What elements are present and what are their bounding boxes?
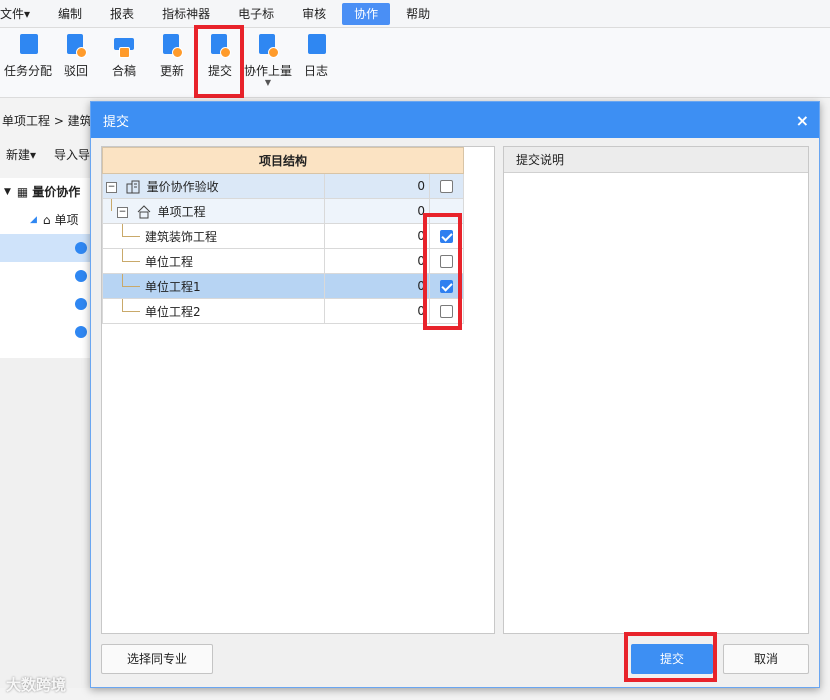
tree-connector <box>122 249 140 262</box>
unit-icon <box>75 242 87 254</box>
breadcrumb: 单项工程 > 建筑 <box>2 114 92 128</box>
row-checkbox-cell <box>428 173 465 199</box>
highlight-submit-toolbar <box>194 25 244 98</box>
background-panel <box>0 358 95 688</box>
row-name-cell: 单位工程2 <box>102 298 325 324</box>
reject-label: 驳回 <box>63 64 88 78</box>
update-label: 更新 <box>159 64 184 78</box>
submit-notes-title: 提交说明 <box>504 147 808 173</box>
row-value: 0 <box>324 273 430 299</box>
close-icon[interactable]: × <box>796 111 809 130</box>
dialog-title: 提交 <box>103 114 130 130</box>
collapse-icon[interactable]: − <box>106 181 117 193</box>
table-header: 项目结构 <box>101 147 465 174</box>
row-value: 0 <box>324 173 430 199</box>
new-button[interactable]: 新建▾ <box>6 146 36 163</box>
row-name-cell: 单位工程1 <box>102 273 325 299</box>
table-row-selected[interactable]: 单位工程1 0 <box>102 273 465 299</box>
menu-bar: 文件▾ 编制 报表 指标神器 电子标 审核 协作 帮助 <box>0 0 830 28</box>
reject-button[interactable]: 驳回 <box>52 28 100 92</box>
home-icon: ⌂ <box>42 213 51 227</box>
unit-icon <box>75 298 87 310</box>
dropdown-arrow-icon[interactable]: ▼ <box>265 79 271 87</box>
collab-upload-icon <box>257 34 279 58</box>
table-row[interactable]: 单位工程 0 <box>102 248 465 274</box>
ribbon-toolbar: 任务分配 驳回 合稿 更新 提交 协作上量 ▼ 日志 <box>0 28 830 98</box>
building-icon: ▦ <box>16 185 29 199</box>
tree-connector <box>111 199 112 211</box>
update-icon <box>161 34 183 58</box>
reject-icon <box>65 34 87 58</box>
table-row[interactable]: 单位工程2 0 <box>102 298 465 324</box>
menu-collaborate[interactable]: 协作 <box>342 2 391 25</box>
tree-item-label: 单项 <box>54 213 79 227</box>
menu-report[interactable]: 报表 <box>98 3 146 25</box>
submit-notes-panel[interactable]: 提交说明 <box>503 146 809 634</box>
merge-icon <box>113 34 135 58</box>
log-button[interactable]: 日志 <box>292 28 340 92</box>
collapse-icon[interactable]: − <box>117 206 128 218</box>
menu-file[interactable]: 文件▾ <box>0 3 42 25</box>
tree-item[interactable] <box>0 318 95 346</box>
background-actions: 新建▾ 导入导 <box>0 140 95 168</box>
select-same-discipline-button[interactable]: 选择同专业 <box>101 644 213 674</box>
row-checkbox[interactable] <box>440 180 454 193</box>
row-name-cell: − 量价协作验收 <box>102 173 325 199</box>
row-name-cell: 建筑装饰工程 <box>102 223 325 249</box>
tree-item[interactable] <box>0 234 95 262</box>
tree-item[interactable]: ▼ ▦ 量价协作 <box>0 178 95 206</box>
tree-connector <box>122 224 140 237</box>
row-name: 单位工程 <box>145 254 194 269</box>
menu-review[interactable]: 审核 <box>290 3 338 25</box>
project-structure-table: 项目结构 − 量价协作验收 0 − 单项工程 0 建筑装饰工程 0 单位工程 0… <box>101 147 465 324</box>
submit-dialog: 提交 × 项目结构 − 量价协作验收 0 − 单项工程 0 建筑装饰工程 0 单… <box>90 101 820 688</box>
collab-upload-label: 协作上量 <box>244 64 293 78</box>
update-button[interactable]: 更新 <box>148 28 196 92</box>
row-name-cell: − 单项工程 <box>102 198 325 224</box>
row-name: 建筑装饰工程 <box>145 229 218 244</box>
tree-item[interactable]: ◢ ⌂ 单项 <box>0 206 95 234</box>
table-row[interactable]: − 量价协作验收 0 <box>102 173 465 199</box>
menu-indicator[interactable]: 指标神器 <box>150 3 222 25</box>
menu-e-bid[interactable]: 电子标 <box>226 3 286 25</box>
building-icon <box>126 180 140 194</box>
menu-edit[interactable]: 编制 <box>46 3 94 25</box>
highlight-checkboxes <box>423 213 462 330</box>
row-name: 量价协作验收 <box>146 179 219 194</box>
cancel-button[interactable]: 取消 <box>723 644 809 674</box>
task-assign-icon <box>17 34 39 58</box>
background-tree: ▼ ▦ 量价协作 ◢ ⌂ 单项 <box>0 178 95 358</box>
log-icon <box>305 34 327 58</box>
log-label: 日志 <box>303 64 328 78</box>
row-name: 单项工程 <box>157 204 206 219</box>
watermark: 大数跨境 <box>6 676 67 694</box>
tree-connector <box>122 274 140 287</box>
highlight-submit-button <box>624 632 717 682</box>
row-value: 0 <box>324 198 430 224</box>
row-value: 0 <box>324 248 430 274</box>
merge-button[interactable]: 合稿 <box>100 28 148 92</box>
tree-item[interactable] <box>0 290 95 318</box>
tree-item[interactable] <box>0 262 95 290</box>
merge-label: 合稿 <box>111 64 136 78</box>
home-icon <box>137 205 151 219</box>
import-button[interactable]: 导入导 <box>54 146 90 163</box>
row-name: 单位工程1 <box>145 279 201 294</box>
collab-upload-button[interactable]: 协作上量 ▼ <box>244 28 292 92</box>
tree-connector <box>122 299 140 312</box>
table-row[interactable]: − 单项工程 0 <box>102 198 465 224</box>
dialog-titlebar: 提交 × <box>91 102 819 138</box>
tree-item-label: 量价协作 <box>32 185 81 199</box>
row-name-cell: 单位工程 <box>102 248 325 274</box>
unit-icon <box>75 270 87 282</box>
unit-icon <box>75 326 87 338</box>
row-value: 0 <box>324 223 430 249</box>
row-name: 单位工程2 <box>145 304 201 319</box>
task-assign-label: 任务分配 <box>4 64 53 78</box>
table-row[interactable]: 建筑装饰工程 0 <box>102 223 465 249</box>
menu-help[interactable]: 帮助 <box>394 3 442 25</box>
row-value: 0 <box>324 298 430 324</box>
task-assign-button[interactable]: 任务分配 <box>4 28 52 92</box>
